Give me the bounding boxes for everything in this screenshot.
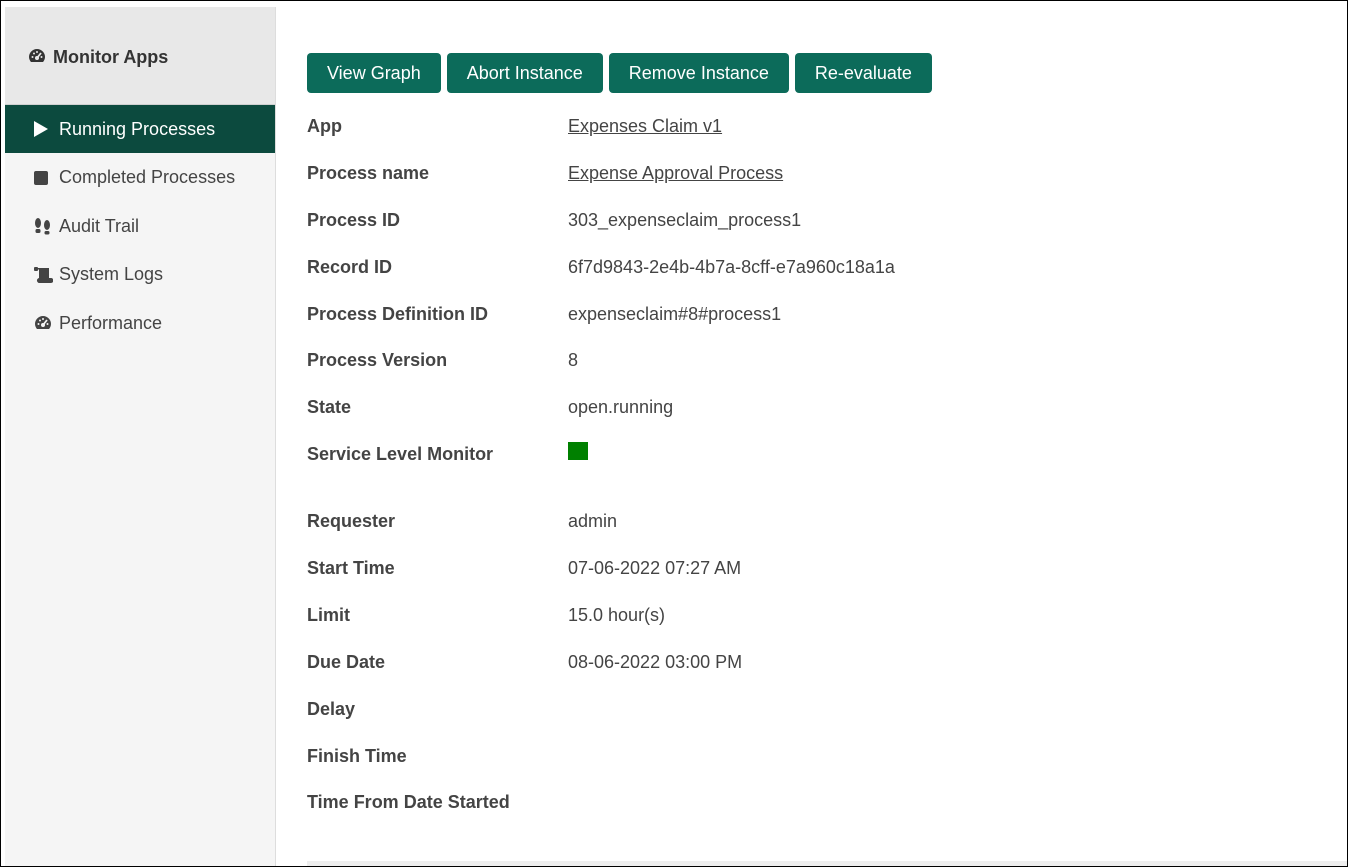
sidebar: Monitor Apps Running Processes Completed… [5,7,276,866]
service-level-indicator [568,442,588,461]
detail-label: Process ID [307,209,401,230]
detail-value: 15.0 hour(s) [568,604,666,625]
detail-label: Delay [307,698,356,719]
main-content: View Graph Abort Instance Remove Instanc… [307,53,1347,826]
detail-row-state: State open.running [307,384,1347,431]
detail-row-limit: Limit 15.0 hour(s) [307,592,1347,639]
detail-label: Start Time [307,557,395,578]
sidebar-item-completed-processes[interactable]: Completed Processes [5,154,275,202]
detail-row-finish-time: Finish Time [307,733,1347,780]
detail-value: admin [568,511,618,532]
detail-row-service-level-monitor: Service Level Monitor [307,431,1347,478]
process-name-link[interactable]: Expense Approval Process [568,163,783,183]
detail-value: 08-06-2022 03:00 PM [568,651,743,672]
detail-value: 8 [568,350,579,371]
view-graph-button[interactable]: View Graph [307,53,441,93]
detail-row-requester: Requester admin [307,498,1347,545]
detail-value: 07-06-2022 07:27 AM [568,557,742,578]
detail-label: State [307,397,352,418]
detail-row-delay: Delay [307,686,1347,733]
toolbar: View Graph Abort Instance Remove Instanc… [307,53,1347,93]
app-link[interactable]: Expenses Claim v1 [568,116,722,136]
process-details: App Expenses Claim v1 Process name Expen… [307,103,1347,826]
detail-value: expenseclaim#8#process1 [568,303,782,324]
detail-value: 303_expenseclaim_process1 [568,209,802,230]
sidebar-item-running-processes[interactable]: Running Processes [5,105,275,153]
scroll-icon [33,266,55,284]
remove-instance-button[interactable]: Remove Instance [608,53,789,93]
detail-row-process-version: Process Version 8 [307,337,1347,384]
re-evaluate-button[interactable]: Re-evaluate [794,53,932,93]
detail-label: App [307,115,342,136]
detail-label: Due Date [307,651,386,672]
detail-label: Service Level Monitor [307,444,494,465]
sidebar-item-label: Performance [59,312,163,333]
sidebar-title: Monitor Apps [53,47,169,67]
sidebar-item-performance[interactable]: Performance [5,299,275,347]
sidebar-item-label: System Logs [59,264,164,285]
dashboard-icon [27,47,47,70]
detail-label: Finish Time [307,745,407,766]
detail-label: Process name [307,162,430,183]
sidebar-item-label: Completed Processes [59,167,236,188]
detail-value: 6f7d9843-2e4b-4b7a-8cff-e7a960c18a1a [568,256,895,277]
sidebar-item-label: Audit Trail [59,215,140,236]
detail-row-record-id: Record ID 6f7d9843-2e4b-4b7a-8cff-e7a960… [307,244,1347,291]
detail-row-app: App Expenses Claim v1 [307,103,1347,150]
detail-label: Time From Date Started [307,792,510,813]
bottom-section-edge [307,861,1347,866]
abort-instance-button[interactable]: Abort Instance [446,53,603,93]
detail-row-due-date: Due Date 08-06-2022 03:00 PM [307,639,1347,686]
detail-label: Requester [307,511,396,532]
detail-value: open.running [568,397,674,418]
detail-row-time-from-date-started: Time From Date Started [307,779,1347,826]
detail-row-start-time: Start Time 07-06-2022 07:27 AM [307,545,1347,592]
detail-label: Process Version [307,350,448,371]
sidebar-item-label: Running Processes [59,118,216,139]
sidebar-item-audit-trail[interactable]: Audit Trail [5,202,275,250]
detail-label: Record ID [307,256,393,277]
detail-row-process-id: Process ID 303_expenseclaim_process1 [307,197,1347,244]
play-icon [33,120,55,138]
app-window: Monitor Apps Running Processes Completed… [0,0,1348,867]
footprints-icon [33,217,55,235]
dashboard-icon [33,314,55,332]
sidebar-header: Monitor Apps [5,7,275,105]
detail-label: Process Definition ID [307,303,489,324]
detail-label: Limit [307,604,350,625]
sidebar-item-system-logs[interactable]: System Logs [5,251,275,299]
detail-row-process-definition-id: Process Definition ID expenseclaim#8#pro… [307,291,1347,338]
stop-icon [33,170,55,186]
detail-row-process-name: Process name Expense Approval Process [307,150,1347,197]
